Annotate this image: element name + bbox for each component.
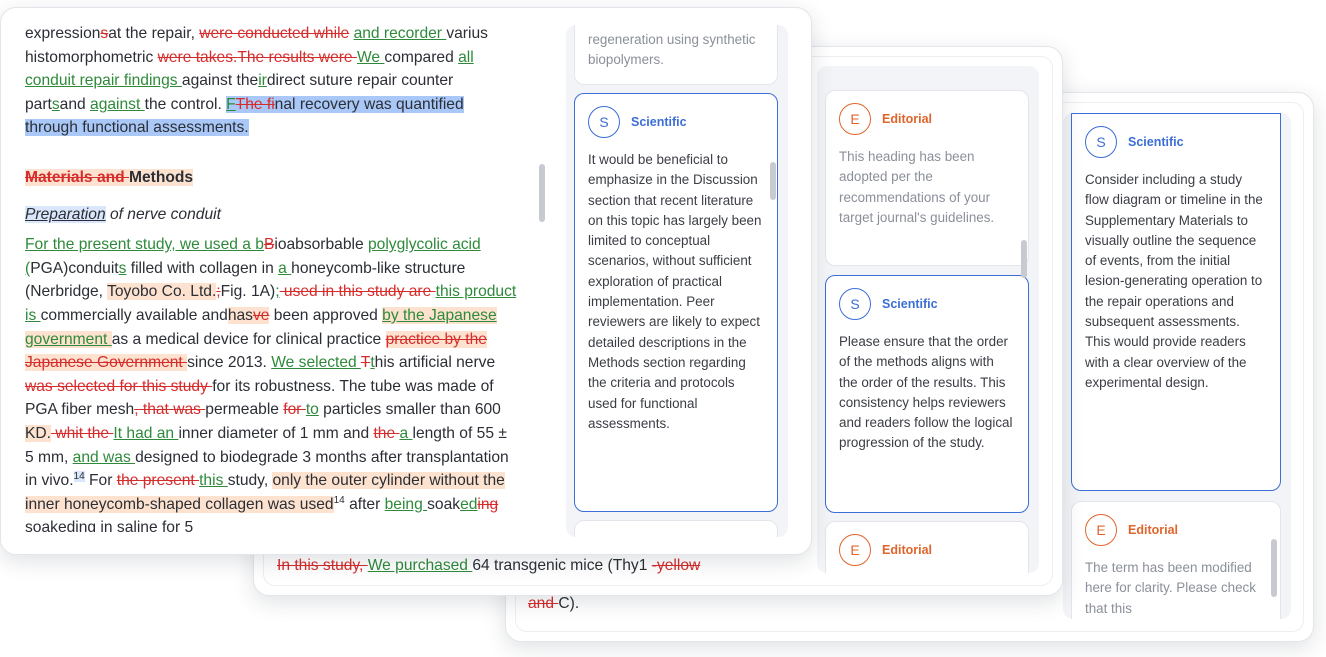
comment-avatar-badge: E (839, 103, 871, 135)
comments-scrollbar[interactable] (770, 162, 776, 200)
comment-avatar-badge: S (839, 288, 871, 320)
comment-card-editorial[interactable]: E Editorial This heading has been adopte… (825, 90, 1029, 266)
review-card-front: expressionsat the repair, were conducted… (0, 7, 812, 555)
citation-ref[interactable]: 14 (73, 470, 85, 482)
comment-text: Please ensure that the order of the meth… (839, 334, 1013, 451)
manuscript-body: expressionsat the repair, were conducted… (25, 22, 517, 540)
comments-panel: regeneration using synthetic biopolymers… (566, 25, 788, 537)
comment-category: Scientific (1128, 134, 1184, 149)
comment-category: Editorial (1128, 522, 1179, 537)
comment-card[interactable] (574, 520, 778, 537)
comment-card-scientific[interactable]: S Scientific It would be beneficial to e… (574, 93, 778, 512)
section-heading: Materials and Methods (25, 168, 194, 186)
comment-card-editorial[interactable]: E Editorial The term has been modified h… (1071, 501, 1281, 619)
comments-scrollbar[interactable] (1021, 240, 1027, 278)
comment-category: Editorial (882, 542, 933, 557)
comment-avatar-badge: E (839, 534, 871, 566)
comment-text: The term has been modified here for clar… (1085, 560, 1256, 616)
document-clip (1, 532, 541, 554)
manuscript-paragraph: expressionsat the repair, were conducted… (25, 25, 488, 137)
comments-panel: S Scientific Consider including a study … (1063, 113, 1291, 619)
comment-avatar-badge: E (1085, 514, 1117, 546)
comments-scrollbar[interactable] (1271, 539, 1277, 597)
comment-text: It would be beneficial to emphasize in t… (588, 152, 762, 431)
comment-text: regeneration using synthetic biopolymers… (588, 32, 756, 68)
comment-avatar-badge: S (588, 106, 620, 138)
manuscript-fragment: In this study, We purchased 64 transgeni… (277, 557, 701, 574)
document-scrollbar[interactable] (539, 164, 545, 222)
manuscript-paragraph: For the present study, we used a bBioabs… (25, 236, 517, 537)
comment-card-scientific[interactable]: S Scientific Please ensure that the orde… (825, 275, 1029, 513)
comment-card-scientific[interactable]: S Scientific Consider including a study … (1071, 113, 1281, 491)
comment-avatar-badge: S (1085, 126, 1117, 158)
section-subheading: Preparation of nerve conduit (25, 205, 221, 223)
comment-category: Editorial (882, 111, 933, 126)
comment-category: Scientific (882, 296, 938, 311)
comment-category: Scientific (631, 114, 687, 129)
comment-text: Consider including a study flow diagram … (1085, 172, 1263, 390)
comment-card[interactable]: regeneration using synthetic biopolymers… (574, 25, 778, 85)
comment-card-editorial[interactable]: E Editorial (825, 521, 1029, 573)
comment-text: This heading has been adopted per the re… (839, 149, 995, 225)
comments-panel: E Editorial This heading has been adopte… (817, 66, 1039, 573)
citation-ref[interactable]: 14 (334, 495, 345, 506)
